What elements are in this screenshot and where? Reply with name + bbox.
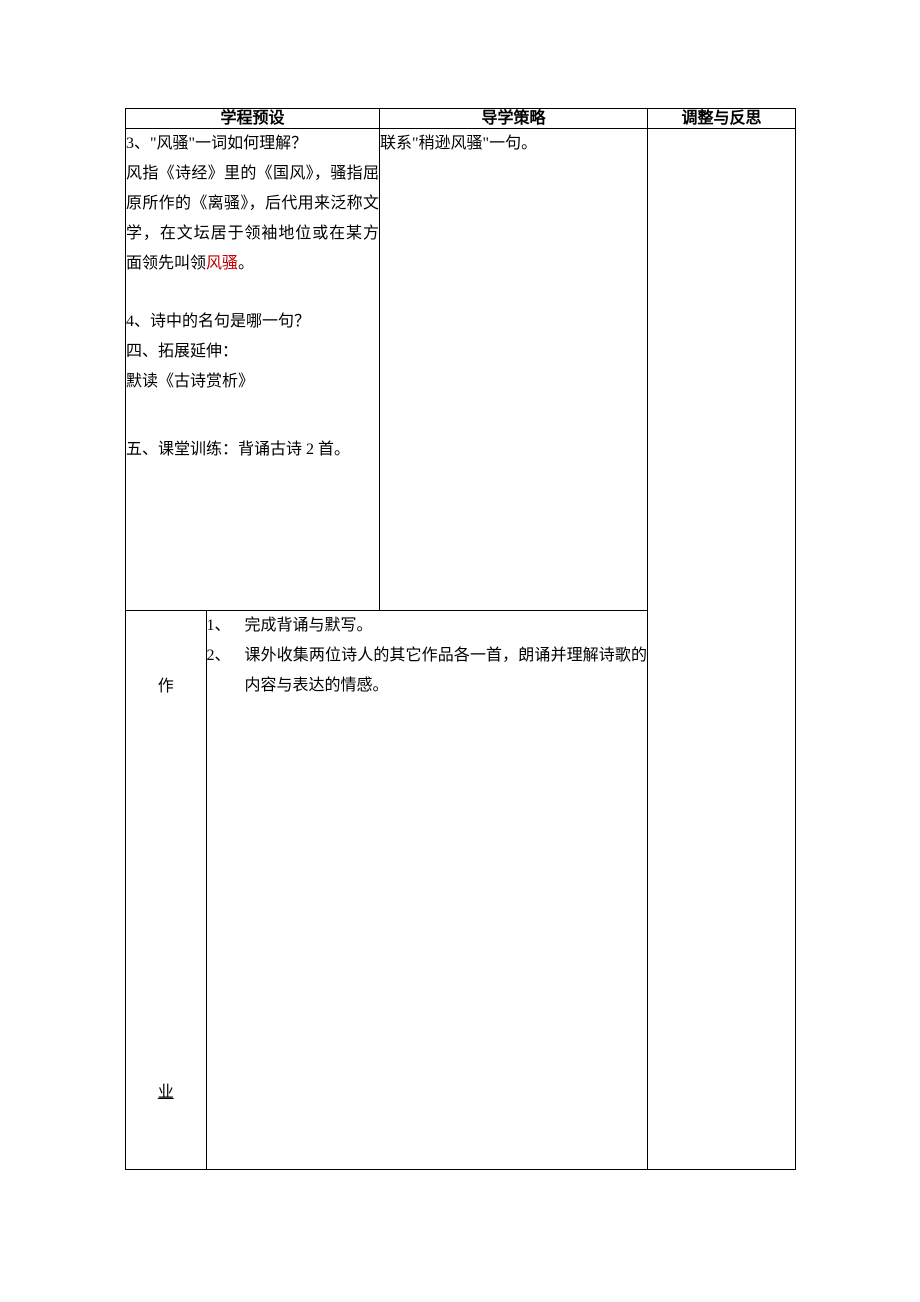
homework-item: 1、 完成背诵与默写。	[207, 611, 648, 641]
section-5-block: 五、课堂训练：背诵古诗 2 首。	[126, 435, 379, 465]
homework-item-text: 完成背诵与默写。	[245, 611, 648, 641]
table-header-row: 学程预设 导学策略 调整与反思	[126, 109, 796, 129]
header-col-3-text: 调整与反思	[681, 110, 761, 127]
header-col-2-text: 导学策略	[481, 110, 545, 127]
homework-label-top: 作	[158, 679, 174, 695]
question-3-block: 3、"风骚"一词如何理解？ 风指《诗经》里的《国风》，骚指屈原所作的《离骚》，后…	[126, 129, 379, 279]
homework-outer-cell: 作 业 1、 完成背诵与默写。 2、 课外收集两位诗人的其它作品各一	[126, 611, 648, 1170]
homework-item-text: 课外收集两位诗人的其它作品各一首，朗诵并理解诗歌的内容与表达的情感。	[245, 641, 648, 701]
homework-item: 2、 课外收集两位诗人的其它作品各一首，朗诵并理解诗歌的内容与表达的情感。	[207, 641, 648, 701]
document-page: 学程预设 导学策略 调整与反思 3、"风骚"一词如何理解？ 风指《诗经》里的《国…	[0, 0, 920, 1302]
homework-label: 作 业	[126, 679, 206, 1101]
section-4-body: 默读《古诗赏析》	[126, 367, 379, 397]
table-body-row: 3、"风骚"一词如何理解？ 风指《诗经》里的《国风》，骚指屈原所作的《离骚》，后…	[126, 129, 796, 611]
header-col-2: 导学策略	[380, 109, 648, 129]
right-content-cell: 联系"稍逊风骚"一句。	[380, 129, 648, 611]
header-col-1: 学程预设	[126, 109, 380, 129]
header-col-3: 调整与反思	[648, 109, 796, 129]
question-4-title: 4、诗中的名句是哪一句？	[126, 307, 379, 337]
question-4-block: 4、诗中的名句是哪一句？ 四、拓展延伸： 默读《古诗赏析》	[126, 307, 379, 397]
question-3-body-red: 风骚	[206, 255, 238, 272]
question-3-body-part3: 。	[238, 255, 254, 272]
homework-content-cell: 1、 完成背诵与默写。 2、 课外收集两位诗人的其它作品各一首，朗诵并理解诗歌的…	[206, 611, 647, 1169]
question-3-title: 3、"风骚"一词如何理解？	[126, 129, 379, 159]
reflection-cell	[648, 129, 796, 1170]
homework-item-number: 2、	[207, 641, 245, 701]
homework-label-bottom: 业	[158, 1085, 174, 1101]
homework-label-cell: 作 业	[126, 611, 206, 1169]
header-col-1-text: 学程预设	[220, 110, 284, 127]
section-4-title: 四、拓展延伸：	[126, 337, 379, 367]
section-5-text: 五、课堂训练：背诵古诗 2 首。	[126, 435, 379, 465]
question-3-body: 风指《诗经》里的《国风》，骚指屈原所作的《离骚》，后代用来泛称文学，在文坛居于领…	[126, 159, 379, 279]
guidance-note: 联系"稍逊风骚"一句。	[380, 129, 647, 159]
left-content-cell: 3、"风骚"一词如何理解？ 风指《诗经》里的《国风》，骚指屈原所作的《离骚》，后…	[126, 129, 380, 611]
homework-item-number: 1、	[207, 611, 245, 641]
lesson-plan-table: 学程预设 导学策略 调整与反思 3、"风骚"一词如何理解？ 风指《诗经》里的《国…	[125, 108, 796, 1170]
homework-inner-table: 作 业 1、 完成背诵与默写。 2、 课外收集两位诗人的其它作品各一	[126, 611, 647, 1169]
